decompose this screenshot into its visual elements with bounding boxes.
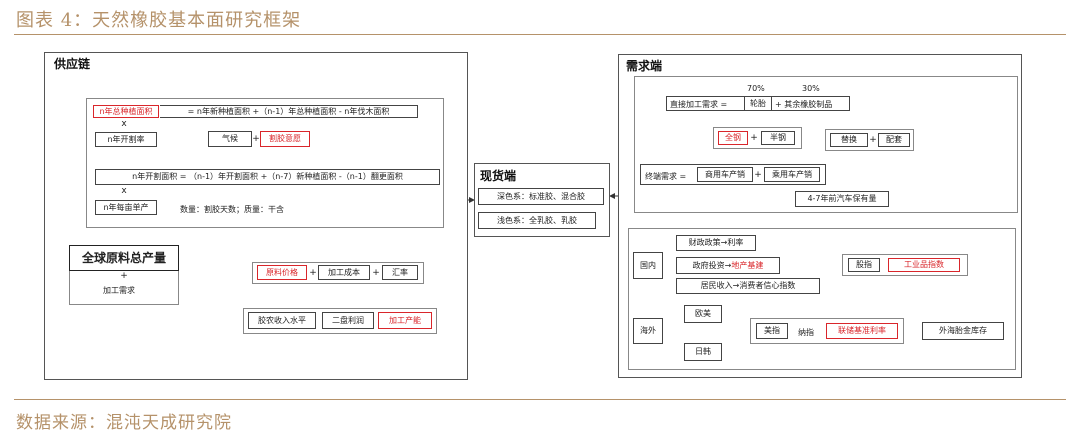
commercial-vehicle-box: 商用车产销 <box>697 167 753 182</box>
other-share-label: 30% <box>802 84 820 93</box>
plus-sign-4: + <box>372 267 380 278</box>
terminal-demand-label: 终端需求 = <box>645 172 687 181</box>
multiply-sign-2: x <box>121 186 127 196</box>
plus-sign-3: + <box>309 267 317 278</box>
source-divider <box>14 399 1066 400</box>
processing-cost-box: 加工成本 <box>318 265 370 280</box>
all-steel-box: 全钢 <box>718 131 748 145</box>
tire-box: 轮胎 <box>744 96 772 111</box>
source-note: 数据来源：混沌天成研究院 <box>16 413 232 433</box>
yield-note: 数量：割胶天数；质量：干含 <box>180 205 284 214</box>
domestic-box: 国内 <box>633 252 663 279</box>
tapped-area-equation: n年开割面积 = （n-1）年开割面积 +（n-7）新种植面积 -（n-1）翻更… <box>95 169 440 185</box>
government-investment-box: 政府投资→ 地产基建 <box>676 257 780 274</box>
raw-price-box: 原料价格 <box>257 265 307 280</box>
plus-sign-6: + <box>869 135 877 145</box>
half-steel-box: 半钢 <box>761 131 795 145</box>
infrastructure-label: 地产基建 <box>731 260 764 270</box>
vehicle-fleet-box: 4-7年前汽车保有量 <box>795 191 889 207</box>
yield-per-mu-box: n年每亩单产 <box>95 200 157 215</box>
fed-rate-box: 联储基准利率 <box>826 323 898 339</box>
consumer-confidence-box: 居民收入→消费者信心指数 <box>676 278 820 294</box>
overseas-inventory-box: 外海胎金库存 <box>922 322 1004 340</box>
plus-sign-2: + <box>120 271 128 281</box>
exchange-rate-box: 汇率 <box>382 265 418 280</box>
nasdaq-label: 纳指 <box>798 328 814 337</box>
eu-us-box: 欧美 <box>684 305 722 323</box>
tire-share-label: 70% <box>747 84 765 93</box>
other-products-label: + 其余橡胶制品 <box>775 100 833 109</box>
passenger-vehicle-box: 乘用车产销 <box>764 167 820 182</box>
oem-box: 配套 <box>878 133 910 147</box>
total-planting-area-equation: = n年新种植面积 +（n-1）年总种植面积 - n年伐木面积 <box>160 105 418 118</box>
secondary-profit-box: 二盘利润 <box>322 312 374 329</box>
plus-sign: + <box>252 134 260 144</box>
multiply-sign: x <box>121 119 127 129</box>
global-raw-output-box: 全球原料总产量 <box>69 245 179 271</box>
overseas-box: 海外 <box>633 318 663 344</box>
total-planting-area-box: n年总种植面积 <box>93 105 159 118</box>
government-investment-label: 政府投资→ <box>692 260 732 270</box>
weather-box: 气候 <box>208 131 252 147</box>
replacement-box: 替换 <box>830 133 868 147</box>
industrial-index-box: 工业品指数 <box>888 258 960 272</box>
demand-title: 需求端 <box>626 59 663 73</box>
plus-sign-5: + <box>750 133 758 143</box>
dark-rubber-box: 深色系：标准胶、混合胶 <box>478 188 604 205</box>
processing-demand-label: 加工需求 <box>103 286 135 295</box>
spot-title: 现货端 <box>480 169 517 183</box>
supply-chain-title: 供应链 <box>54 57 91 71</box>
tapping-willingness-box: 割胶意愿 <box>260 131 310 147</box>
light-rubber-box: 浅色系：全乳胶、乳胶 <box>478 212 596 229</box>
tapping-rate-box: n年开割率 <box>95 132 157 147</box>
japan-korea-box: 日韩 <box>684 343 722 361</box>
plus-sign-7: + <box>754 169 762 180</box>
processing-capacity-box: 加工产能 <box>378 312 432 329</box>
fiscal-policy-box: 财政政策→利率 <box>676 235 756 251</box>
direct-demand-label: 直接加工需求 = <box>670 100 728 109</box>
dollar-index-box: 美指 <box>756 323 788 339</box>
stock-index-box: 股指 <box>848 258 880 272</box>
farmer-income-box: 胶农收入水平 <box>248 312 316 329</box>
